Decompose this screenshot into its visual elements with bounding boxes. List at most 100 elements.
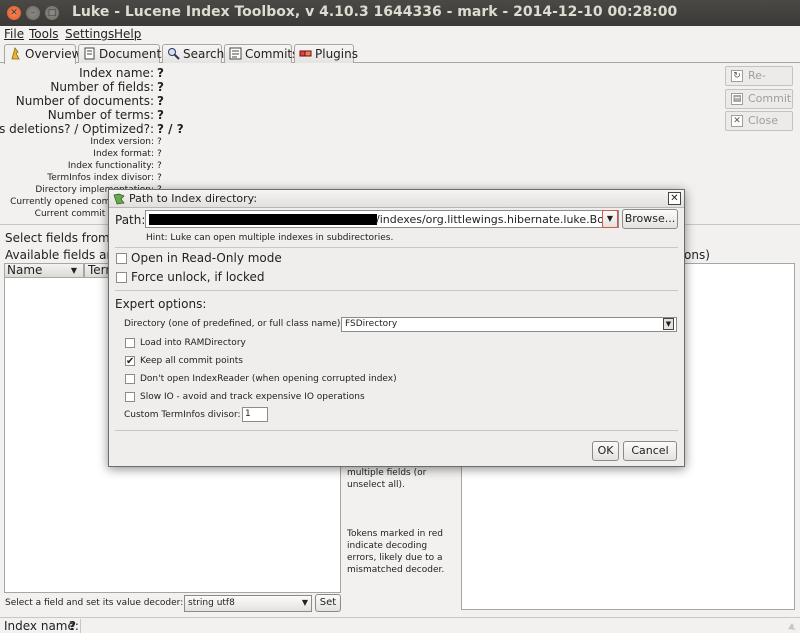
help-text-select: multiple fields (or unselect all). [347,468,427,490]
dont-open-reader-label: Don't open IndexReader (when opening cor… [140,374,397,384]
commit-icon: ▤ [731,93,743,105]
name-column-header[interactable]: Name ▼ [4,263,84,278]
deletions-value: ? / ? [157,122,184,136]
index-format-value: ? [157,149,162,159]
window-minimize-button[interactable]: – [26,6,40,20]
decoder-value: string utf8 [188,598,235,608]
tab-plugins-label: Plugins [315,47,358,61]
menu-file[interactable]: File [4,27,24,41]
close-label: Close [748,114,778,127]
ok-button[interactable]: OK [592,441,619,461]
top-terms-header-tail: ons) [684,248,710,262]
directory-value: FSDirectory [345,319,398,329]
tab-documents[interactable]: Documents [78,44,167,63]
expert-options-label: Expert options: [115,297,207,311]
name-column-label: Name [7,263,43,277]
status-index-name-label: Index name: [4,619,79,633]
dialog-separator [115,247,678,248]
tab-documents-label: Documents [99,47,168,61]
tab-plugins[interactable]: Plugins [294,44,358,63]
dialog-title: Path to Index directory: [129,192,258,205]
commits-icon [229,47,242,60]
decoder-label: Select a field and set its value decoder… [5,598,184,608]
path-value: /indexes/org.littlewings.hibernate.luke.… [376,213,618,226]
dialog-separator-2 [115,290,678,291]
deletions-label: Has deletions? / Optimized?: [0,122,154,136]
index-functionality-value: ? [157,161,162,171]
commit-button[interactable]: ▤ Commit [725,89,793,109]
path-input[interactable]: /indexes/org.littlewings.hibernate.luke.… [145,210,619,228]
tab-bar: Overview Documents Search Commits Plugin… [0,43,800,64]
window-close-button[interactable]: ✕ [7,6,21,20]
num-terms-value: ? [157,108,164,122]
chevron-down-icon: ▼ [663,318,674,330]
status-index-name-value: ? [69,619,76,633]
open-index-dialog: Path to Index directory: ✕ Path: /indexe… [108,189,685,467]
close-index-button[interactable]: ✕ Close [725,111,793,131]
menu-help[interactable]: Help [114,27,141,41]
menu-tools[interactable]: Tools [29,27,59,41]
set-decoder-button[interactable]: Set [315,594,341,612]
keep-commits-label: Keep all commit points [140,356,243,366]
cancel-button[interactable]: Cancel [623,441,677,461]
close-icon: ✕ [731,115,743,127]
dialog-separator-3 [115,430,678,431]
sort-down-icon: ▼ [70,266,77,275]
tab-overview[interactable]: Overview [4,44,82,64]
browse-button[interactable]: Browse... [622,209,678,229]
num-fields-value: ? [157,80,164,94]
num-docs-value: ? [157,94,164,108]
num-fields-label: Number of fields: [50,80,154,94]
slow-io-label: Slow IO - avoid and track expensive IO o… [140,392,365,402]
load-ram-label: Load into RAMDirectory [140,338,246,348]
chevron-down-icon: ▼ [606,214,614,223]
index-name-value: ? [157,66,164,80]
window-title: Luke - Lucene Index Toolbox, v 4.10.3 16… [72,4,678,20]
status-divider [80,619,81,633]
tab-overview-label: Overview [25,47,82,61]
dialog-close-button[interactable]: ✕ [668,192,681,205]
custom-divisor-label: Custom TermInfos divisor: [124,410,241,420]
hint-text: Hint: Luke can open multiple indexes in … [146,233,394,243]
search-icon [168,48,180,60]
directory-select[interactable]: FSDirectory ▼ [341,317,677,332]
slow-io-checkbox[interactable] [125,392,135,402]
tab-search[interactable]: Search [162,44,225,63]
index-functionality-label: Index functionality: [67,161,154,171]
menu-bar: File Tools Settings Help [0,26,800,42]
keep-commits-checkbox[interactable]: ✔ [125,356,135,367]
tab-commits-label: Commits [245,47,299,61]
reopen-icon: ↻ [731,70,743,82]
help-text-decoding: Tokens marked in red indicate decoding e… [347,529,445,575]
menu-settings[interactable]: Settings [65,27,114,41]
index-name-label: Index name: [79,66,154,80]
window-maximize-button[interactable]: □ [45,6,59,20]
terminfos-divisor-value: ? [157,173,162,183]
index-version-value: ? [157,137,162,147]
force-unlock-checkbox[interactable] [116,272,127,283]
chevron-down-icon: ▼ [301,598,308,607]
num-terms-label: Number of terms: [47,108,154,122]
resize-grip-icon[interactable] [784,620,798,632]
decoder-select[interactable]: string utf8 ▼ [184,595,312,612]
documents-icon [84,47,95,60]
dont-open-reader-checkbox[interactable] [125,374,135,384]
tab-search-label: Search [183,47,225,61]
status-bar: Index name: ? [0,617,800,633]
path-label: Path: [115,213,146,227]
index-version-label: Index version: [90,137,154,147]
overview-icon [11,47,20,60]
load-ram-checkbox[interactable] [125,338,135,348]
dialog-title-bar: Path to Index directory: ✕ [109,190,684,208]
path-history-dropdown[interactable]: ▼ [602,210,618,228]
tab-commits[interactable]: Commits [224,44,298,63]
num-docs-label: Number of documents: [15,94,154,108]
check-icon: ✔ [126,356,135,367]
reopen-button[interactable]: ↻Re-open [725,66,793,100]
directory-label: Directory (one of predefined, or full cl… [124,319,344,329]
readonly-checkbox[interactable] [116,253,127,264]
custom-divisor-input[interactable]: 1 [242,407,268,422]
redacted-path-block [149,214,377,225]
title-bar: ✕ – □ Luke - Lucene Index Toolbox, v 4.1… [0,0,800,26]
terminfos-divisor-label: TermInfos index divisor: [47,173,154,183]
